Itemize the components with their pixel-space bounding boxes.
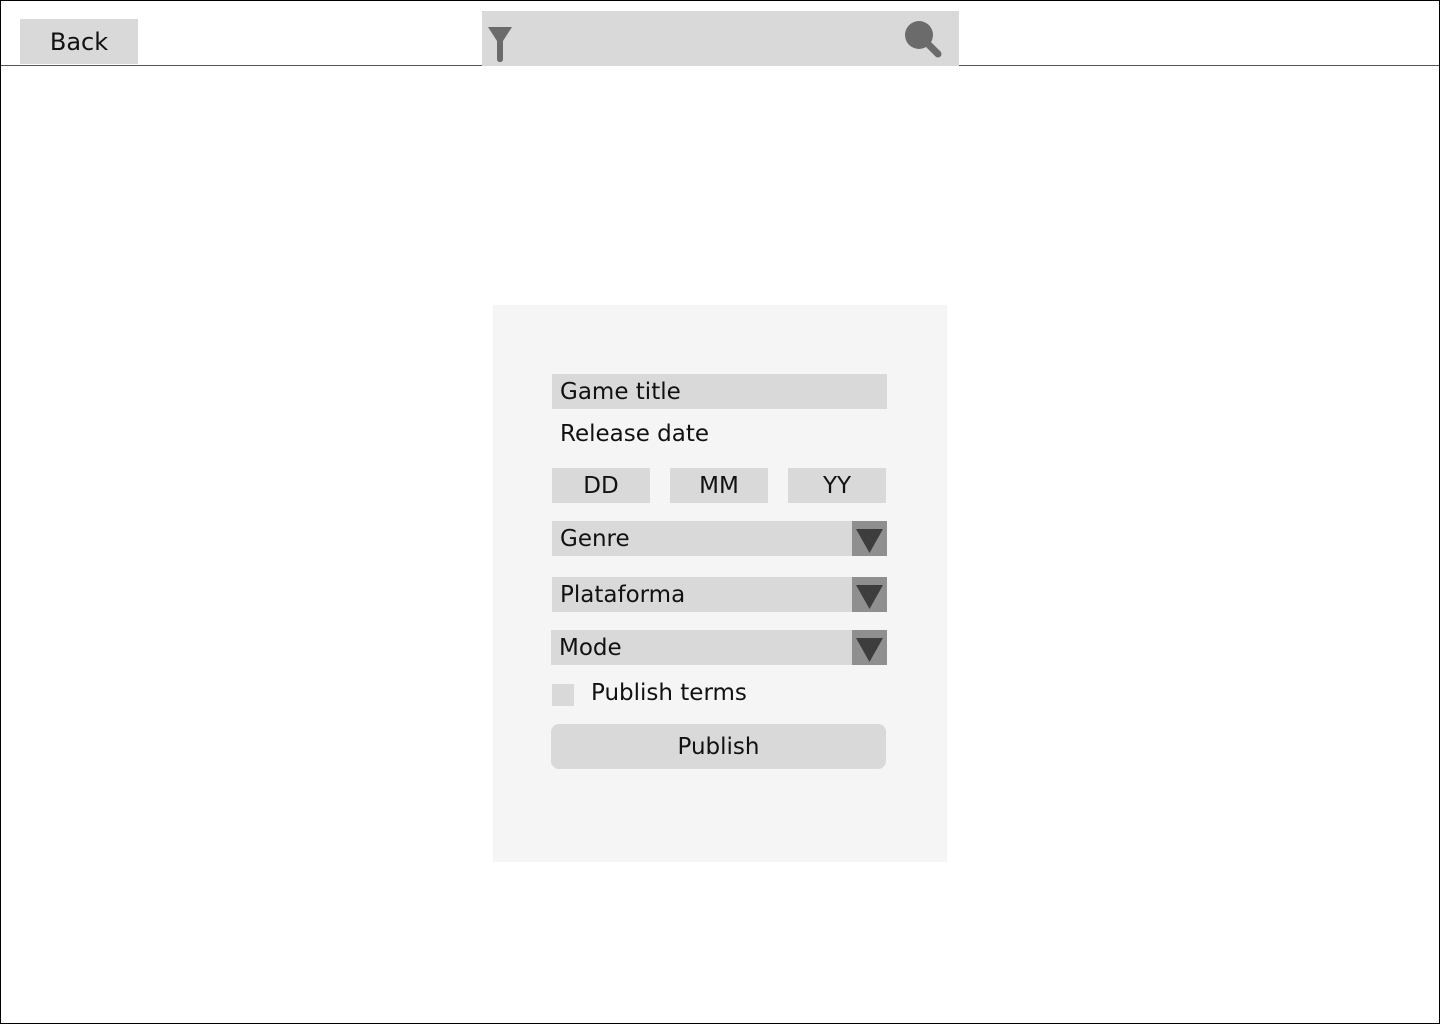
publish-terms-checkbox[interactable]: [552, 684, 574, 706]
publish-game-form: Game title Release date DD MM YY Genre P…: [493, 305, 947, 862]
release-year-field[interactable]: YY: [788, 468, 886, 503]
platform-label: Plataforma: [560, 581, 686, 608]
genre-dropdown[interactable]: Genre: [552, 521, 887, 556]
publish-button[interactable]: Publish: [551, 724, 886, 769]
publish-terms-label: Publish terms: [591, 680, 747, 706]
chevron-down-icon[interactable]: [852, 577, 887, 612]
game-title-field[interactable]: Game title: [552, 374, 887, 409]
back-button[interactable]: Back: [20, 19, 138, 64]
search-icon[interactable]: [902, 18, 944, 60]
game-title-label: Game title: [560, 378, 681, 405]
release-month-field[interactable]: MM: [670, 468, 768, 503]
platform-dropdown[interactable]: Plataforma: [552, 577, 887, 612]
release-month-label: MM: [699, 472, 739, 499]
genre-label: Genre: [560, 525, 630, 552]
mode-label: Mode: [559, 634, 622, 661]
search-input[interactable]: [522, 19, 896, 59]
search-bar: [482, 11, 959, 66]
chevron-down-icon[interactable]: [852, 521, 887, 556]
release-day-field[interactable]: DD: [552, 468, 650, 503]
filter-icon[interactable]: [486, 23, 514, 63]
chevron-down-icon[interactable]: [852, 630, 887, 665]
release-date-label: Release date: [560, 421, 710, 447]
release-year-label: YY: [822, 472, 852, 499]
release-day-label: DD: [583, 472, 619, 499]
mode-dropdown[interactable]: Mode: [551, 630, 887, 665]
